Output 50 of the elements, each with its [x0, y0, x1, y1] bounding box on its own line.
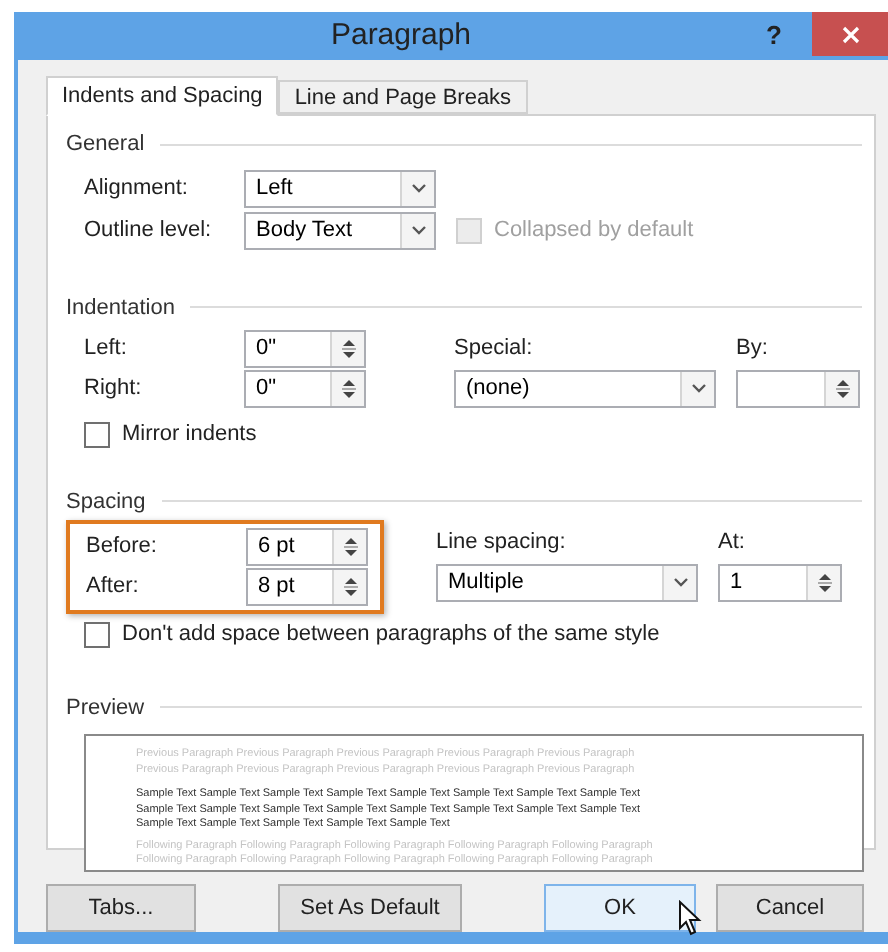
tab[interactable]: Indents and Spacing: [46, 76, 279, 116]
field-label: Special:: [454, 334, 535, 364]
checkbox[interactable]: [84, 621, 110, 648]
field-label: After:: [86, 572, 141, 603]
checkbox-label: Collapsed by default: [494, 215, 694, 246]
spin-arrows-icon: [343, 536, 357, 558]
mouse-pointer-icon: [678, 900, 702, 936]
chevron-down-icon: [673, 578, 687, 588]
section-heading: Preview: [66, 693, 145, 723]
field-label: By:: [736, 334, 770, 364]
checkbox-label: Don't add space between paragraphs of the same style: [122, 620, 660, 650]
section-heading: Spacing: [66, 487, 146, 517]
section-heading: General: [66, 130, 145, 160]
checkbox[interactable]: [84, 421, 110, 448]
spin-field[interactable]: 0": [244, 330, 366, 368]
dialog-button[interactable]: Tabs...: [46, 884, 196, 932]
tab[interactable]: Line and Page Breaks: [278, 80, 528, 114]
spin-arrows-icon: [817, 572, 831, 594]
field-label: Outline level:: [84, 215, 214, 246]
spin-field[interactable]: 6 pt: [246, 528, 368, 566]
dropdown[interactable]: Left: [244, 169, 436, 207]
dialog-button[interactable]: OK: [544, 884, 696, 932]
spin-field[interactable]: 0": [244, 370, 366, 408]
dialog-button[interactable]: Set As Default: [278, 884, 462, 932]
chevron-down-icon: [411, 225, 425, 235]
field-label: Right:: [84, 374, 144, 405]
checkbox-label: Mirror indents: [122, 420, 257, 450]
dropdown[interactable]: Body Text: [244, 211, 436, 249]
spin-field[interactable]: 8 pt: [246, 568, 368, 606]
chevron-down-icon: [691, 384, 705, 394]
spin-arrows-icon: [341, 338, 355, 360]
spin-arrows-icon: [835, 378, 849, 400]
close-button[interactable]: [812, 12, 888, 56]
field-label: Line spacing:: [436, 528, 568, 558]
chevron-down-icon: [411, 183, 425, 193]
spin-field[interactable]: 1: [718, 564, 842, 602]
dropdown[interactable]: (none): [454, 370, 716, 408]
spin-field[interactable]: [736, 370, 860, 408]
dropdown[interactable]: Multiple: [436, 564, 698, 602]
spin-arrows-icon: [343, 576, 357, 598]
spin-arrows-icon: [341, 378, 355, 400]
dialog-button[interactable]: Cancel: [716, 884, 864, 932]
field-label: Alignment:: [84, 173, 190, 204]
close-icon: [841, 25, 859, 43]
field-label: Before:: [86, 532, 159, 563]
field-label: Left:: [84, 334, 129, 365]
section-heading: Indentation: [66, 293, 175, 323]
field-label: At:: [718, 528, 747, 558]
window-title: Paragraph: [328, 15, 474, 56]
help-button[interactable]: ?: [748, 14, 800, 58]
